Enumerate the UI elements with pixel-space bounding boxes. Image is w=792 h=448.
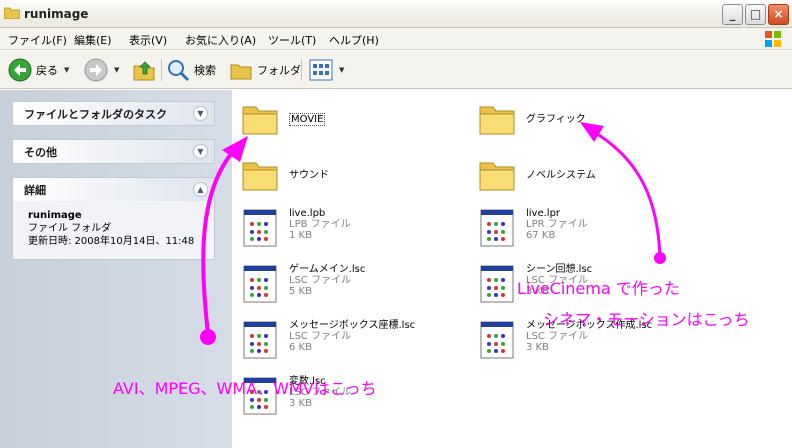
item-name: サウンド: [289, 170, 329, 181]
file-item[interactable]: メッセージボックス座標.lsc LSC ファイル 6 KB: [240, 320, 415, 360]
item-name: グラフィック: [526, 114, 586, 125]
windows-logo-icon: [765, 31, 781, 47]
menu-edit[interactable]: 編集(E): [74, 32, 112, 48]
details-name: runimage: [28, 210, 82, 221]
toolbar: 戻る ▼ ▼ 検索 フォルダ ▼: [0, 51, 792, 89]
document-icon: [480, 265, 514, 303]
folders-label: フォルダ: [257, 64, 301, 77]
item-name: live.lpb: [289, 208, 326, 219]
document-icon: [243, 209, 277, 247]
item-name: ゲームメイン.lsc: [289, 264, 366, 275]
menu-help[interactable]: ヘルプ(H): [329, 32, 379, 48]
menu-tools[interactable]: ツール(T): [268, 32, 316, 48]
file-folder-tasks-title: ファイルとフォルダのタスク: [24, 107, 167, 121]
details-header[interactable]: 詳細 ▲: [13, 178, 214, 201]
item-name: MOVIE: [289, 113, 326, 126]
item-type: LSC ファイル: [289, 331, 352, 342]
forward-arrow-icon: [84, 58, 108, 82]
document-icon: [243, 265, 277, 303]
menu-bar: ファイル(F) 編集(E) 表示(V) お気に入り(A) ツール(T) ヘルプ(…: [0, 28, 792, 50]
item-name: メッセージボックス座標.lsc: [289, 320, 416, 331]
other-places-panel: その他 ▼: [12, 139, 215, 164]
details-date: 更新日時: 2008年10月14日、11:48: [28, 236, 195, 247]
document-icon: [480, 321, 514, 359]
folders-button[interactable]: フォルダ: [229, 57, 301, 83]
folder-icon: [479, 106, 515, 135]
folder-item[interactable]: グラフィック: [477, 98, 586, 138]
search-icon: [168, 60, 190, 82]
menu-file[interactable]: ファイル(F): [8, 32, 67, 48]
item-size: 3 KB: [289, 398, 312, 409]
folder-item[interactable]: サウンド: [240, 154, 329, 194]
details-body: runimage ファイル フォルダ 更新日時: 2008年10月14日、11:…: [13, 201, 214, 259]
item-type: LSC ファイル: [526, 331, 589, 342]
views-icon: [309, 59, 333, 81]
close-button[interactable]: ×: [768, 4, 789, 25]
folder-icon: [479, 162, 515, 191]
menu-view[interactable]: 表示(V): [129, 32, 167, 48]
item-name: live.lpr: [526, 208, 561, 219]
folder-icon: [242, 162, 278, 191]
toolbar-separator: [301, 59, 302, 81]
back-label: 戻る: [36, 64, 58, 77]
up-button[interactable]: [132, 57, 156, 83]
toolbar-separator: [161, 59, 162, 81]
window-title: runimage: [24, 7, 89, 21]
folder-item[interactable]: ノベルシステム: [477, 154, 596, 194]
back-dropdown-icon[interactable]: ▼: [64, 66, 69, 74]
item-size: 3 KB: [526, 342, 549, 353]
back-button[interactable]: 戻る ▼: [8, 57, 69, 83]
forward-dropdown-icon[interactable]: ▼: [114, 66, 119, 74]
folder-item[interactable]: MOVIE: [240, 98, 326, 138]
annotation-bottom: AVI、MPEG、WMA、WMVはこっち: [113, 379, 377, 398]
details-panel: 詳細 ▲ runimage ファイル フォルダ 更新日時: 2008年10月14…: [12, 177, 215, 260]
other-places-title: その他: [24, 145, 57, 159]
item-type: LSC ファイル: [289, 275, 352, 286]
folder-icon: [4, 7, 20, 19]
search-button[interactable]: 検索: [166, 57, 216, 83]
file-folder-tasks-header[interactable]: ファイルとフォルダのタスク ▼: [13, 102, 214, 125]
item-name: ノベルシステム: [526, 170, 596, 181]
minimize-button[interactable]: _: [722, 4, 743, 25]
expand-chevron-icon[interactable]: ▼: [193, 106, 208, 121]
item-size: 1 KB: [289, 230, 312, 241]
item-size: 6 KB: [289, 342, 312, 353]
other-places-header[interactable]: その他 ▼: [13, 140, 214, 163]
annotation-right-line2: シネマ・モーションはこっち: [543, 310, 750, 329]
views-dropdown-icon[interactable]: ▼: [339, 66, 344, 74]
file-item[interactable]: live.lpb LPB ファイル 1 KB: [240, 208, 351, 248]
title-bar: runimage _ □ ×: [0, 0, 792, 28]
folder-icon: [242, 106, 278, 135]
item-type: LPB ファイル: [289, 219, 351, 230]
document-icon: [243, 321, 277, 359]
details-type: ファイル フォルダ: [28, 223, 112, 234]
expand-chevron-icon[interactable]: ▼: [193, 144, 208, 159]
maximize-button[interactable]: □: [745, 4, 766, 25]
annotation-right-line1: LiveCinema で作った: [517, 279, 680, 298]
forward-button[interactable]: ▼: [84, 57, 119, 83]
file-folder-tasks-panel: ファイルとフォルダのタスク ▼: [12, 101, 215, 126]
item-type: LPR ファイル: [526, 219, 588, 230]
file-item[interactable]: ゲームメイン.lsc LSC ファイル 5 KB: [240, 264, 365, 304]
views-button[interactable]: ▼: [309, 57, 344, 83]
search-label: 検索: [194, 64, 216, 77]
item-size: 67 KB: [526, 230, 556, 241]
item-size: 5 KB: [289, 286, 312, 297]
details-title: 詳細: [24, 183, 46, 197]
menu-favorites[interactable]: お気に入り(A): [185, 32, 256, 48]
folders-icon: [230, 64, 252, 80]
file-item[interactable]: live.lpr LPR ファイル 67 KB: [477, 208, 588, 248]
back-arrow-icon: [8, 58, 32, 82]
up-folder-icon: [133, 61, 155, 81]
document-icon: [480, 209, 514, 247]
item-name: シーン回想.lsc: [526, 264, 593, 275]
collapse-chevron-icon[interactable]: ▲: [193, 182, 208, 197]
